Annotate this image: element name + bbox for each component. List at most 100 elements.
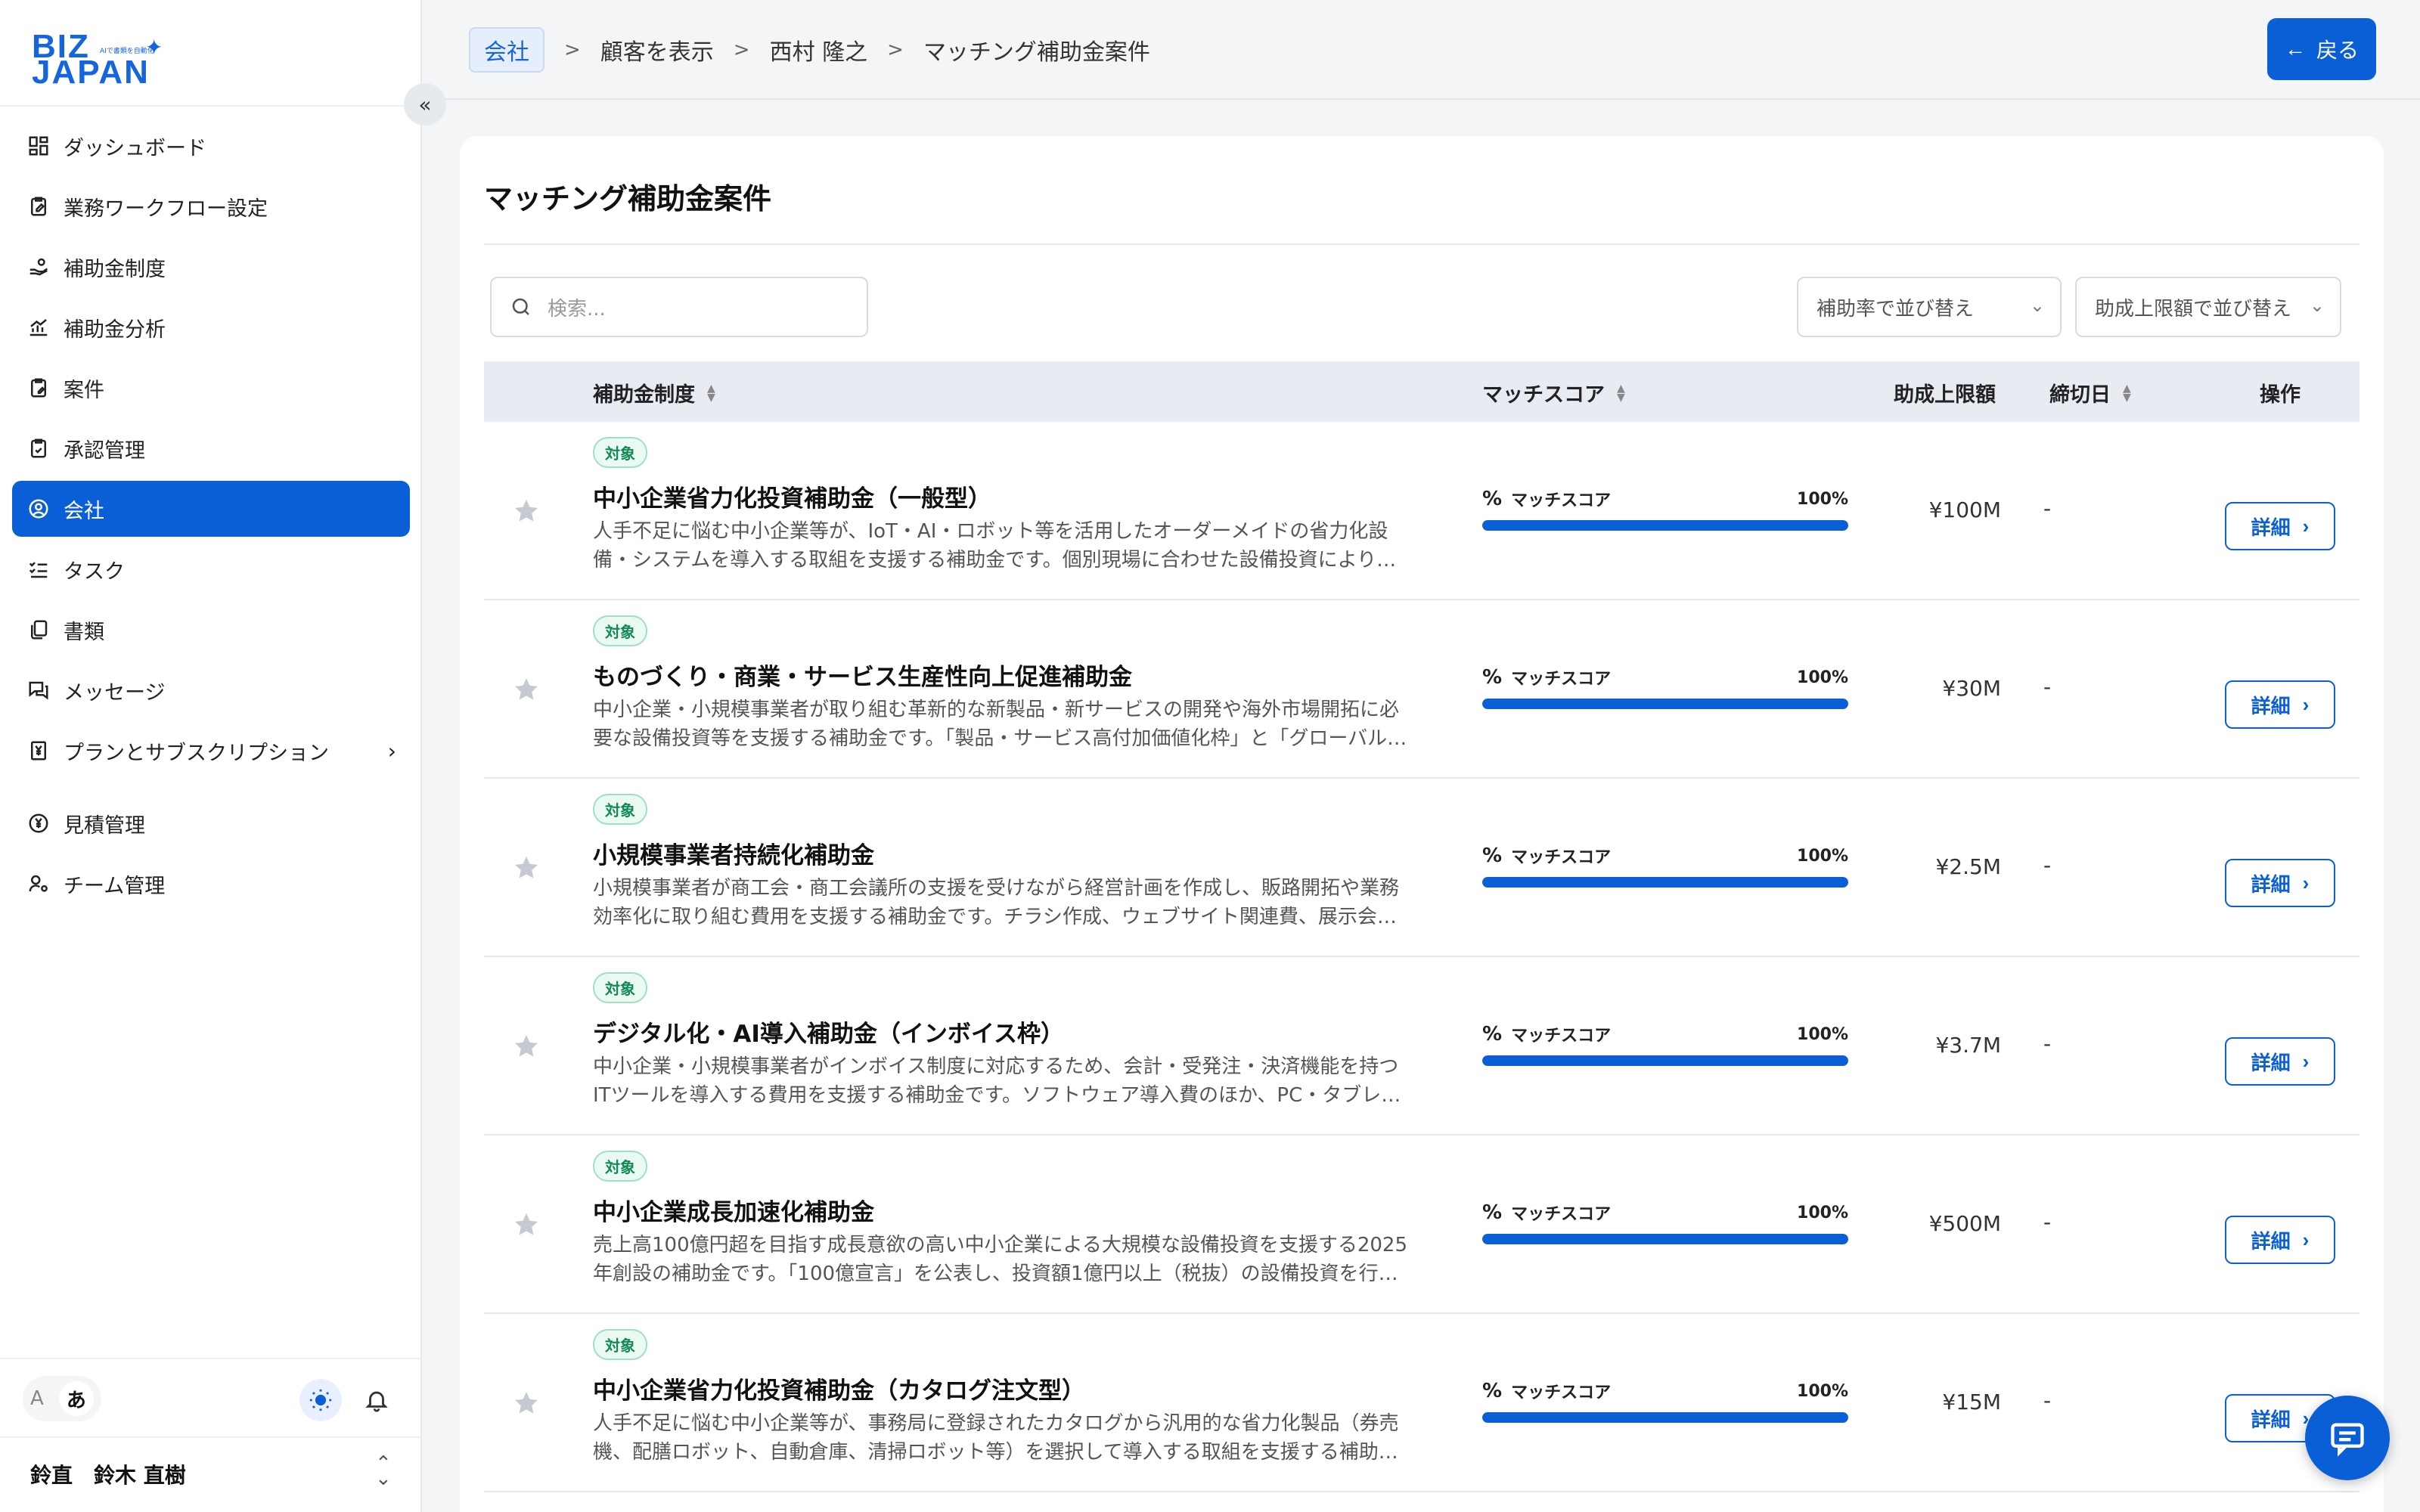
sidebar-item-11[interactable]: 見積管理: [12, 795, 410, 851]
sidebar: BIZ JAPAN AIで書類を自動化 ✦ ダッシュボード 業務ワークフロー設定補…: [0, 0, 422, 1512]
back-button[interactable]: ← 戻る: [2267, 18, 2376, 80]
detail-button[interactable]: 詳細 ›: [2225, 502, 2335, 550]
breadcrumb-person[interactable]: 西村 隆之: [770, 33, 868, 67]
sidebar-item-8[interactable]: 書類: [12, 602, 410, 658]
chevron-right-icon: ›: [2302, 692, 2310, 716]
grant-description: 人手不足に悩む中小企業等が、IoT・AI・ロボット等を活用したオーダーメイドの省…: [593, 520, 1397, 572]
collapse-sidebar-button[interactable]: «: [404, 83, 446, 125]
match-score: % マッチスコア 100%: [1482, 1022, 1848, 1066]
grant-title[interactable]: 中小企業成長加速化補助金: [593, 1193, 874, 1227]
chevrons-left-icon: «: [418, 91, 432, 117]
sidebar-item-3[interactable]: 補助金分析: [12, 299, 410, 355]
grant-deadline: -: [2043, 853, 2052, 878]
sun-icon[interactable]: [299, 1379, 342, 1421]
breadcrumb-current: マッチング補助金案件: [923, 39, 1150, 66]
sparkle-icon: ✦: [145, 35, 163, 60]
sidebar-item-label: タスク: [64, 559, 125, 584]
sort-icon[interactable]: ▲ ▼: [2123, 383, 2131, 403]
breadcrumb-customer[interactable]: 顧客を表示: [600, 33, 714, 67]
table-row: 対象 中小企業成長加速化補助金 売上高100億円超を目指す成長意欲の高い中小企業によ…: [484, 1136, 2360, 1314]
sidebar-item-2[interactable]: 補助金制度: [12, 239, 410, 295]
user-circle-icon: [26, 496, 51, 522]
user-menu[interactable]: 鈴直 鈴木 直樹: [30, 1459, 186, 1489]
column-deadline[interactable]: 締切日 ▲ ▼: [2049, 378, 2131, 407]
detail-button[interactable]: 詳細 ›: [2225, 680, 2335, 729]
match-score-label: マッチスコア: [1511, 1205, 1612, 1224]
chat-icon: [2331, 1423, 2364, 1457]
sort-by-rate-select[interactable]: 補助率で並び替え ⌄: [1797, 277, 2062, 337]
detail-button[interactable]: 詳細 ›: [2225, 1037, 2335, 1086]
sidebar-item-12[interactable]: チーム管理: [12, 856, 410, 912]
language-toggle[interactable]: A あ: [23, 1376, 101, 1421]
grant-description: 小規模事業者が商工会・商工会議所の支援を受けながら経営計画を作成し、販路開拓や業…: [593, 877, 1400, 928]
table-row: 対象 ものづくり・商業・サービス生産性向上促進補助金 中小企業・小規模事業者が取り組…: [484, 600, 2360, 779]
dashboard-icon: [26, 133, 51, 159]
sidebar-item-label: 承認管理: [64, 438, 145, 463]
search-input[interactable]: 検索...: [490, 277, 868, 337]
detail-button[interactable]: 詳細 ›: [2225, 1216, 2335, 1264]
match-score-value: 100%: [1797, 489, 1848, 509]
match-score-value: 100%: [1797, 1203, 1848, 1222]
top-bar: 会社 > 顧客を表示 > 西村 隆之 > マッチング補助金案件 ← 戻る: [424, 0, 2420, 100]
grant-deadline: -: [2043, 1031, 2052, 1056]
grant-title[interactable]: 中小企業省力化投資補助金（一般型）: [593, 479, 991, 513]
lang-en[interactable]: A: [30, 1387, 44, 1410]
sidebar-item-label: 案件: [64, 378, 104, 402]
percent-icon: %: [1482, 1201, 1503, 1224]
chevron-right-icon: >: [887, 39, 904, 61]
star-icon[interactable]: [513, 1390, 540, 1417]
match-score-bar: [1482, 1055, 1848, 1066]
sort-by-limit-select[interactable]: 助成上限額で並び替え ⌄: [2075, 277, 2341, 337]
sidebar-item-label: メッセージ: [64, 680, 166, 705]
sort-icon[interactable]: ▲ ▼: [1617, 383, 1625, 403]
sidebar-item-7[interactable]: タスク: [12, 541, 410, 597]
brand-logo[interactable]: BIZ JAPAN AIで書類を自動化 ✦: [32, 30, 168, 89]
grant-title[interactable]: デジタル化・AI導入補助金（インボイス枠）: [593, 1015, 1064, 1049]
sidebar-item-4[interactable]: 案件: [12, 360, 410, 416]
column-score-label: マッチスコア: [1482, 383, 1605, 407]
breadcrumb: 会社 > 顧客を表示 > 西村 隆之 > マッチング補助金案件: [469, 27, 1150, 73]
grant-title[interactable]: ものづくり・商業・サービス生産性向上促進補助金: [593, 658, 1132, 692]
match-score-fill: [1482, 520, 1848, 531]
sidebar-item-5[interactable]: 承認管理: [12, 420, 410, 476]
eligibility-badge: 対象: [593, 615, 647, 646]
match-score-value: 100%: [1797, 668, 1848, 687]
eligibility-badge: 対象: [593, 972, 647, 1003]
column-program[interactable]: 補助金制度 ▲ ▼: [593, 378, 715, 407]
grant-title[interactable]: 中小企業省力化投資補助金（カタログ注文型）: [593, 1371, 1085, 1405]
match-score-fill: [1482, 877, 1848, 888]
chat-button[interactable]: [2305, 1396, 2390, 1480]
sidebar-item-10[interactable]: プランとサブスクリプション ›: [12, 723, 410, 779]
sidebar-item-1[interactable]: 業務ワークフロー設定: [12, 178, 410, 234]
detail-label: 詳細: [2251, 694, 2291, 717]
grant-title[interactable]: 小規模事業者持続化補助金: [593, 836, 874, 870]
star-icon[interactable]: [513, 1211, 540, 1238]
column-limit-label: 助成上限額: [1894, 383, 1996, 407]
match-score-bar: [1482, 1234, 1848, 1244]
star-icon[interactable]: [513, 1033, 540, 1060]
clipboard-check-icon: [26, 435, 51, 461]
user-name: 鈴木 直樹: [94, 1463, 186, 1488]
sidebar-item-9[interactable]: メッセージ: [12, 662, 410, 718]
chevrons-up-down-icon[interactable]: ⌃ ⌄: [375, 1454, 392, 1489]
star-icon[interactable]: [513, 676, 540, 703]
sidebar-divider: [0, 1358, 422, 1359]
grant-deadline: -: [2043, 674, 2052, 699]
lang-ja[interactable]: あ: [58, 1381, 94, 1416]
sidebar-item-0[interactable]: ダッシュボード: [12, 118, 410, 174]
column-score[interactable]: マッチスコア ▲ ▼: [1482, 378, 1625, 407]
sidebar-item-6[interactable]: 会社: [12, 481, 410, 537]
star-icon[interactable]: [513, 854, 540, 881]
sidebar-divider: [0, 105, 422, 107]
percent-icon: %: [1482, 488, 1503, 510]
grant-limit: ¥30M: [1942, 676, 2001, 701]
sort-icon[interactable]: ▲ ▼: [707, 383, 715, 403]
breadcrumb-company[interactable]: 会社: [469, 27, 544, 73]
star-icon[interactable]: [513, 497, 540, 525]
grant-deadline: -: [2043, 1388, 2052, 1413]
bell-icon[interactable]: [355, 1379, 398, 1421]
eligibility-badge: 対象: [593, 1151, 647, 1182]
sidebar-divider: [0, 1436, 422, 1438]
chevron-right-icon: ›: [2302, 514, 2310, 538]
detail-button[interactable]: 詳細 ›: [2225, 859, 2335, 907]
